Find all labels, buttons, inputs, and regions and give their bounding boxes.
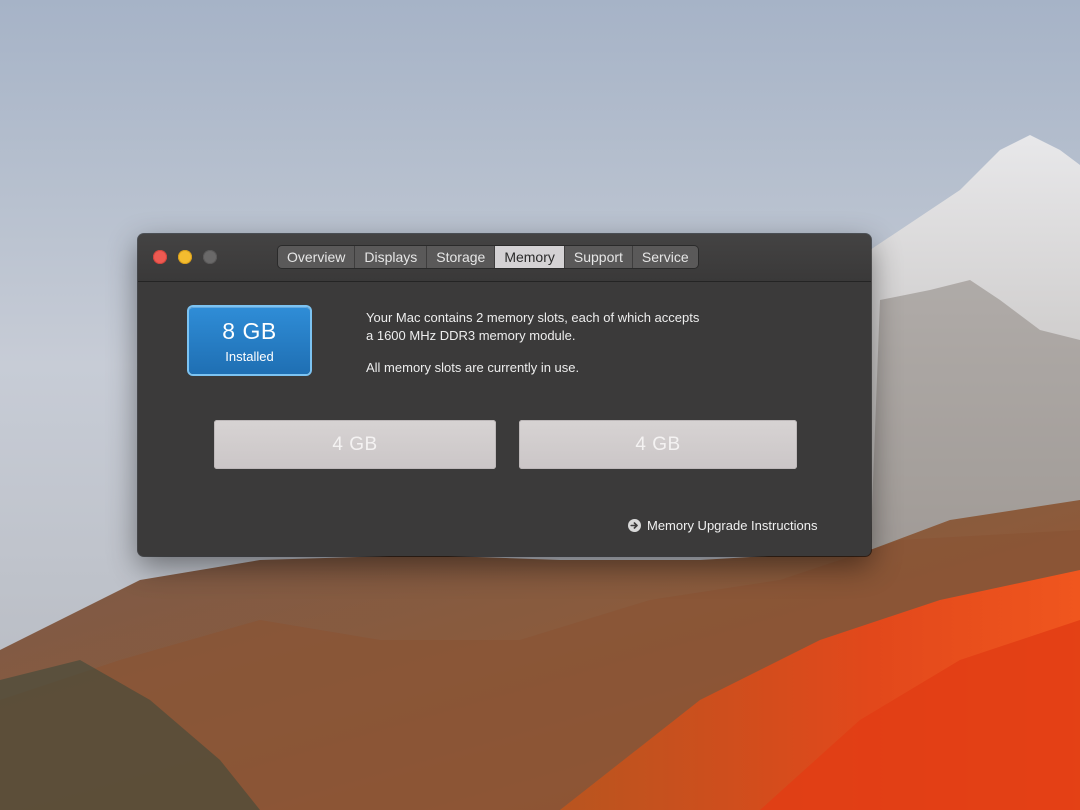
title-bar: Overview Displays Storage Memory Support… (138, 234, 871, 282)
memory-upgrade-instructions-link[interactable]: Memory Upgrade Instructions (628, 516, 818, 534)
tab-overview[interactable]: Overview (278, 246, 356, 268)
memory-description: Your Mac contains 2 memory slots, each o… (366, 309, 786, 377)
minimize-window-button[interactable] (178, 250, 192, 264)
memory-upgrade-instructions-label: Memory Upgrade Instructions (647, 517, 818, 533)
tab-displays[interactable]: Displays (355, 246, 428, 268)
circle-arrow-right-icon (628, 518, 641, 532)
tab-memory[interactable]: Memory (495, 246, 565, 268)
installed-memory-label: Installed (225, 349, 274, 364)
installed-memory-badge: 8 GB Installed (189, 307, 310, 374)
tab-storage[interactable]: Storage (427, 246, 496, 268)
close-window-button[interactable] (153, 250, 167, 264)
memory-description-line-1: Your Mac contains 2 memory slots, each o… (366, 310, 700, 325)
tab-support[interactable]: Support (564, 246, 633, 268)
memory-panel: 8 GB Installed Your Mac contains 2 memor… (138, 282, 871, 556)
memory-description-line-2: a 1600 MHz DDR3 memory module. (366, 328, 576, 343)
installed-memory-size: 8 GB (222, 318, 277, 344)
zoom-window-button[interactable] (203, 250, 217, 264)
about-this-mac-window: Overview Displays Storage Memory Support… (138, 234, 871, 556)
tab-service[interactable]: Service (632, 246, 698, 268)
tab-bar: Overview Displays Storage Memory Support… (278, 246, 698, 268)
memory-slot-2: 4 GB (519, 420, 797, 469)
memory-slots-status: All memory slots are currently in use. (366, 360, 580, 375)
memory-slot-1: 4 GB (214, 420, 496, 469)
